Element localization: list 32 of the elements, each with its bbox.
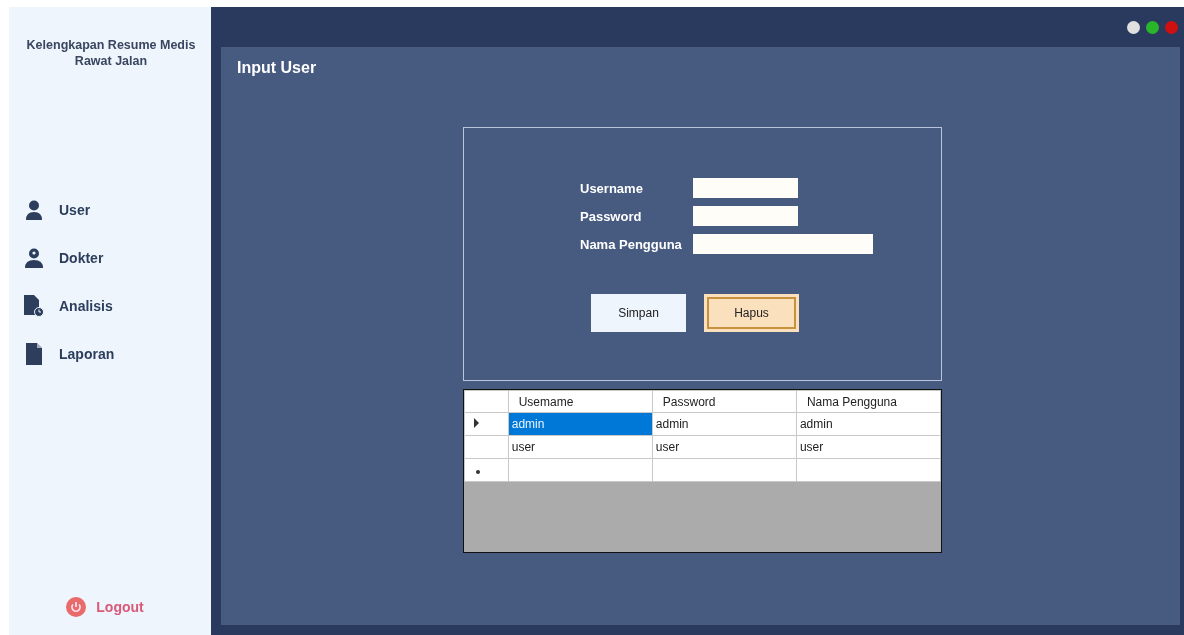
table-cell[interactable]: admin	[508, 412, 653, 436]
person-icon	[26, 200, 42, 220]
doctor-icon	[25, 248, 43, 268]
table-cell[interactable]: user	[652, 435, 797, 459]
app-title: Kelengkapan Resume Medis Rawat Jalan	[25, 37, 197, 69]
document-clock-icon	[24, 295, 44, 317]
current-row-icon	[474, 418, 479, 428]
sidebar-item[interactable]: Analisis	[23, 295, 113, 317]
page-title: Input User	[237, 59, 318, 77]
column-header[interactable]: Usemame	[508, 390, 653, 413]
table-cell[interactable]: user	[508, 435, 653, 459]
window-control[interactable]	[1127, 20, 1140, 34]
input-field[interactable]	[693, 206, 798, 226]
field-label: Username	[580, 180, 644, 196]
new-row-icon	[476, 470, 480, 474]
input-field[interactable]	[693, 178, 798, 198]
sidebar-item[interactable]: Dokter	[23, 247, 104, 269]
table-cell[interactable]: admin	[796, 412, 941, 436]
column-header[interactable]: Password	[652, 390, 797, 413]
sidebar-item[interactable]: Laporan	[23, 343, 115, 365]
field-label: Nama Pengguna	[580, 236, 683, 252]
table-cell[interactable]: user	[796, 435, 941, 459]
column-header[interactable]: Nama Pengguna	[796, 390, 941, 413]
save-button[interactable]: Simpan	[591, 294, 686, 332]
input-field[interactable]	[693, 234, 873, 254]
field-label: Password	[580, 208, 643, 224]
window-control[interactable]	[1146, 20, 1159, 34]
document-icon	[26, 343, 42, 365]
table-cell[interactable]: admin	[652, 412, 797, 436]
sidebar-item[interactable]: User	[23, 199, 91, 221]
power-icon	[66, 597, 87, 617]
delete-button[interactable]: Hapus	[704, 294, 799, 332]
